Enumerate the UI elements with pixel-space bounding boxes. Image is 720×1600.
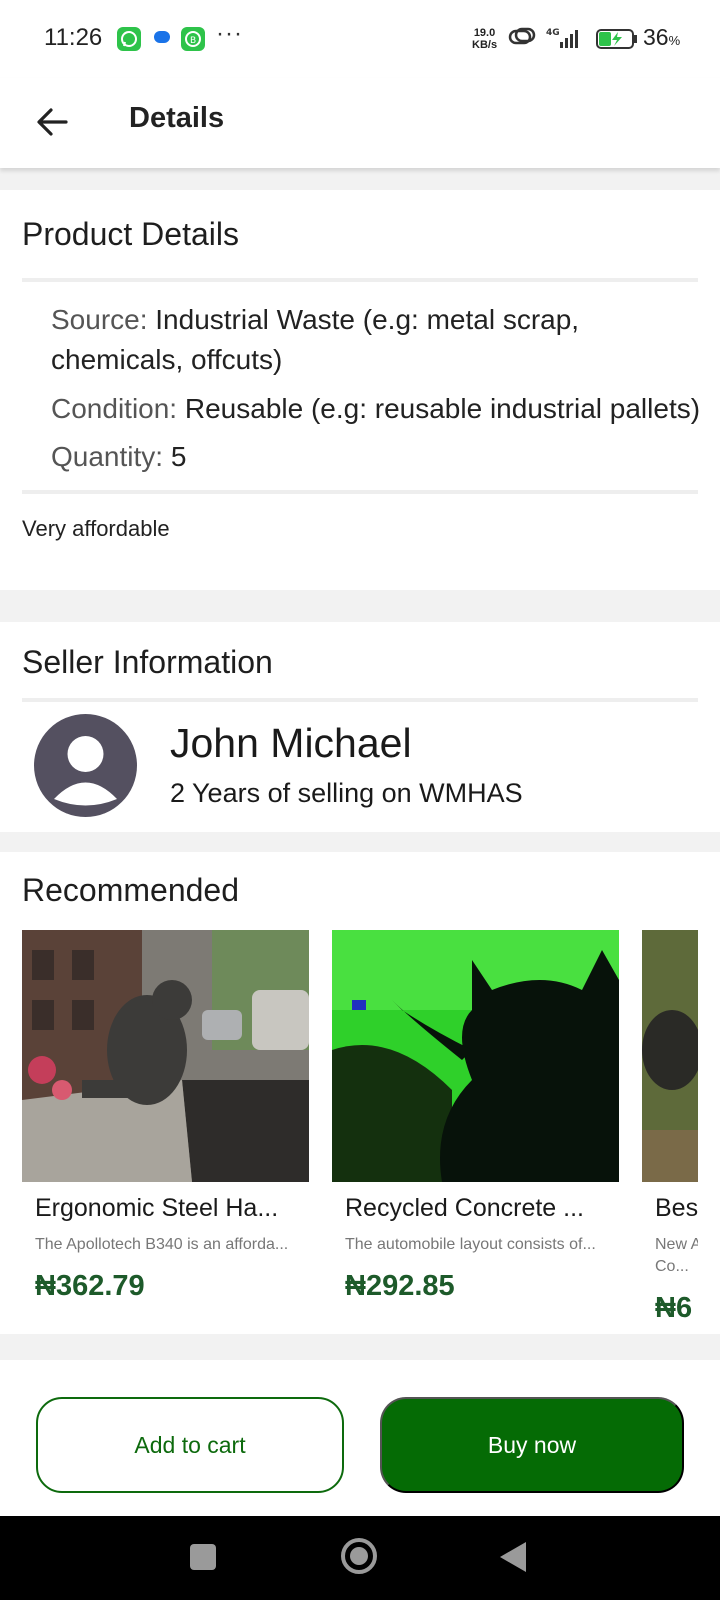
source-label: Source: — [51, 304, 148, 335]
recommended-title: Recommended — [22, 872, 239, 908]
status-bar: 11:26 B ··· 19.0 KB/s 4G 36% — [0, 0, 720, 78]
divider — [22, 278, 698, 282]
add-to-cart-button[interactable]: Add to cart — [36, 1397, 344, 1493]
link-icon — [508, 26, 536, 48]
product-price: ₦6 — [655, 1292, 693, 1322]
seller-name: John Michael — [170, 720, 412, 766]
product-image — [332, 930, 619, 1182]
product-description: The Apollotech B340 is an afforda... — [35, 1236, 289, 1253]
product-card[interactable]: Besp New A Co... ₦6 — [642, 930, 698, 1322]
buy-now-button[interactable]: Buy now — [380, 1397, 684, 1493]
messages-icon — [154, 31, 170, 43]
product-details-card: Product Details Source: Industrial Waste… — [0, 190, 720, 590]
battery-percent: 36% — [643, 24, 681, 50]
condition-field: Condition: Reusable (e.g: reusable indus… — [51, 389, 700, 429]
condition-value: Reusable (e.g: reusable industrial palle… — [184, 393, 701, 424]
product-name: Besp — [655, 1194, 698, 1222]
action-bar: Add to cart Buy now — [0, 1360, 720, 1516]
product-name: Ergonomic Steel Ha... — [35, 1194, 279, 1222]
product-description: Co... — [655, 1258, 689, 1275]
svg-text:4G: 4G — [546, 28, 560, 38]
seller-info-card: Seller Information John Michael 2 Years … — [0, 622, 720, 832]
battery-charging-icon — [596, 28, 640, 50]
condition-label: Condition: — [51, 393, 178, 424]
whatsapp-icon — [117, 27, 141, 51]
source-field: Source: Industrial Waste (e.g: metal scr… — [51, 300, 701, 380]
app-bar: Details — [0, 78, 720, 168]
product-price: ₦362.79 — [35, 1270, 145, 1302]
product-description: New A — [655, 1236, 698, 1253]
product-price: ₦292.85 — [345, 1270, 455, 1302]
whatsapp-business-icon: B — [181, 27, 205, 51]
more-notifications-indicator: ··· — [216, 20, 243, 47]
quantity-label: Quantity: — [51, 441, 164, 472]
system-back-button[interactable] — [500, 1542, 526, 1572]
home-button[interactable] — [341, 1538, 377, 1574]
divider — [22, 698, 698, 702]
recommended-carousel[interactable]: Ergonomic Steel Ha... The Apollotech B34… — [22, 930, 698, 1322]
product-description: The automobile layout consists of... — [345, 1236, 596, 1253]
seller-avatar[interactable] — [34, 714, 137, 817]
product-card[interactable]: Recycled Concrete ... The automobile lay… — [332, 930, 619, 1322]
product-card[interactable]: Ergonomic Steel Ha... The Apollotech B34… — [22, 930, 309, 1322]
system-nav-bar — [0, 1516, 720, 1600]
svg-text:B: B — [190, 36, 196, 46]
status-time: 11:26 — [44, 24, 103, 51]
person-icon — [54, 736, 117, 806]
quantity-value: 5 — [170, 441, 187, 472]
quantity-field: Quantity: 5 — [51, 437, 186, 477]
back-button[interactable] — [28, 98, 76, 146]
network-speed: 19.0 KB/s — [472, 27, 498, 51]
product-description: Very affordable — [22, 516, 170, 541]
recent-apps-button[interactable] — [190, 1544, 216, 1570]
page-title: Details — [129, 102, 225, 134]
product-image — [22, 930, 309, 1182]
seller-info-title: Seller Information — [22, 644, 273, 680]
signal-icon: 4G — [546, 26, 588, 50]
seller-tenure: 2 Years of selling on WMHAS — [170, 778, 523, 808]
product-details-title: Product Details — [22, 216, 239, 252]
recommended-card: Recommended Ergonomic Steel Ha... The Ap… — [0, 852, 720, 1334]
product-image — [642, 930, 698, 1182]
product-name: Recycled Concrete ... — [345, 1194, 584, 1222]
arrow-left-icon — [37, 108, 68, 136]
divider — [22, 490, 698, 494]
